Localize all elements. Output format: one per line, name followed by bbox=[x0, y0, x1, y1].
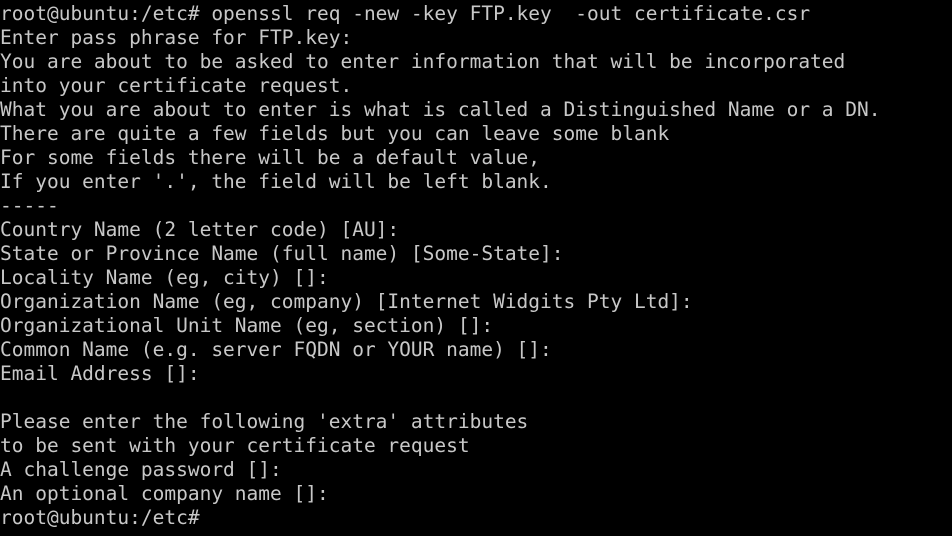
terminal-line-organization-prompt: Organization Name (eg, company) [Interne… bbox=[0, 290, 693, 313]
terminal-line-pass-phrase-prompt: Enter pass phrase for FTP.key: bbox=[0, 26, 353, 49]
terminal-line-separator: ----- bbox=[0, 194, 59, 217]
terminal-line-info-4: There are quite a few fields but you can… bbox=[0, 122, 670, 145]
terminal-console[interactable]: root@ubuntu:/etc# openssl req -new -key … bbox=[0, 0, 952, 536]
terminal-line-extra-attributes-1: Please enter the following 'extra' attri… bbox=[0, 410, 529, 433]
terminal-line-command: root@ubuntu:/etc# openssl req -new -key … bbox=[0, 2, 811, 25]
terminal-line-org-unit-prompt: Organizational Unit Name (eg, section) [… bbox=[0, 314, 494, 337]
terminal-line-state-prompt: State or Province Name (full name) [Some… bbox=[0, 242, 564, 265]
terminal-line-info-2: into your certificate request. bbox=[0, 74, 353, 97]
terminal-line-common-name-prompt: Common Name (e.g. server FQDN or YOUR na… bbox=[0, 338, 552, 361]
terminal-line-country-prompt: Country Name (2 letter code) [AU]: bbox=[0, 218, 400, 241]
terminal-line-info-3: What you are about to enter is what is c… bbox=[0, 98, 881, 121]
terminal-line-email-prompt: Email Address []: bbox=[0, 362, 200, 385]
terminal-line-locality-prompt: Locality Name (eg, city) []: bbox=[0, 266, 329, 289]
terminal-line-info-1: You are about to be asked to enter infor… bbox=[0, 50, 846, 73]
terminal-line-optional-company: An optional company name []: bbox=[0, 482, 329, 505]
terminal-line-info-6: If you enter '.', the field will be left… bbox=[0, 170, 552, 193]
terminal-line-shell-prompt[interactable]: root@ubuntu:/etc# bbox=[0, 506, 200, 530]
terminal-line-challenge-password: A challenge password []: bbox=[0, 458, 282, 481]
terminal-line-info-5: For some fields there will be a default … bbox=[0, 146, 541, 169]
terminal-line-extra-attributes-2: to be sent with your certificate request bbox=[0, 434, 470, 457]
